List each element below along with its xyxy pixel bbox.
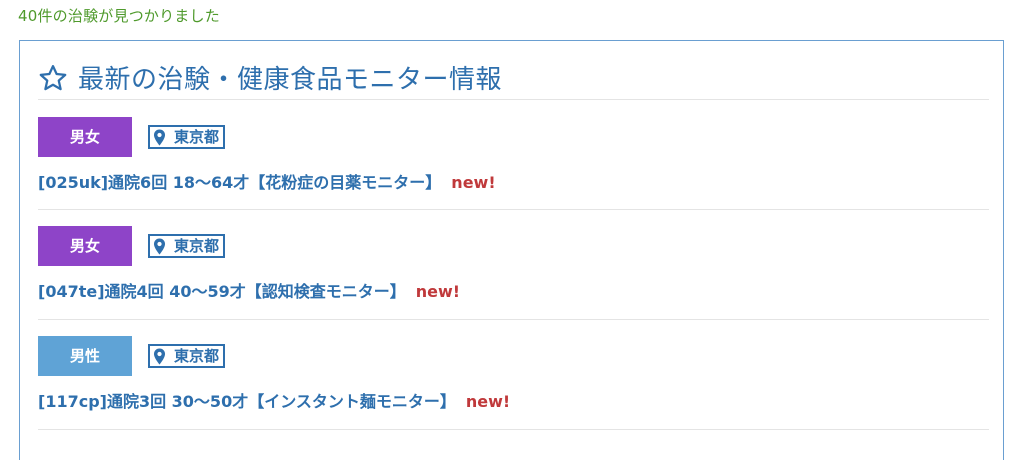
panel-title: 最新の治験・健康食品モニター情報 xyxy=(78,65,503,95)
new-badge: new! xyxy=(465,392,511,411)
trial-entry: 男性 東京都 [117cp]通院3回 30〜50才【インスタント麺モニター】 ne… xyxy=(38,336,510,412)
star-outline-icon xyxy=(39,64,67,90)
result-count: 40件の治験が見つかりました xyxy=(18,7,220,25)
location-pin-icon xyxy=(153,238,166,254)
trial-title[interactable]: [025uk]通院6回 18〜64才【花粉症の目薬モニター】 xyxy=(38,173,441,192)
location-label: 東京都 xyxy=(174,237,220,255)
divider xyxy=(38,209,989,210)
gender-badge: 男女 xyxy=(38,226,132,266)
trial-entry: 男女 東京都 [025uk]通院6回 18〜64才【花粉症の目薬モニター】 new… xyxy=(38,117,496,193)
trial-list-panel: 最新の治験・健康食品モニター情報 男女 東京都 [025uk]通院6回 18〜6… xyxy=(19,40,1004,460)
location-tag: 東京都 xyxy=(148,234,226,258)
location-pin-icon xyxy=(153,129,166,145)
trial-title[interactable]: [047te]通院4回 40〜59才【認知検査モニター】 xyxy=(38,282,406,301)
trial-link[interactable]: [117cp]通院3回 30〜50才【インスタント麺モニター】 new! xyxy=(38,388,510,412)
trial-link[interactable]: [047te]通院4回 40〜59才【認知検査モニター】 new! xyxy=(38,278,460,302)
gender-badge: 男女 xyxy=(38,117,132,157)
location-tag: 東京都 xyxy=(148,344,226,368)
trial-title[interactable]: [117cp]通院3回 30〜50才【インスタント麺モニター】 xyxy=(38,392,456,411)
gender-badge: 男性 xyxy=(38,336,132,376)
location-label: 東京都 xyxy=(174,347,220,365)
trial-link[interactable]: [025uk]通院6回 18〜64才【花粉症の目薬モニター】 new! xyxy=(38,169,496,193)
location-tag: 東京都 xyxy=(148,125,226,149)
location-label: 東京都 xyxy=(174,128,220,146)
divider xyxy=(38,429,989,430)
trial-entry: 男女 東京都 [047te]通院4回 40〜59才【認知検査モニター】 new! xyxy=(38,226,460,302)
location-pin-icon xyxy=(153,348,166,364)
divider xyxy=(38,99,989,100)
new-badge: new! xyxy=(415,282,461,301)
divider xyxy=(38,319,989,320)
new-badge: new! xyxy=(451,173,496,192)
panel-header: 最新の治験・健康食品モニター情報 xyxy=(38,59,502,96)
